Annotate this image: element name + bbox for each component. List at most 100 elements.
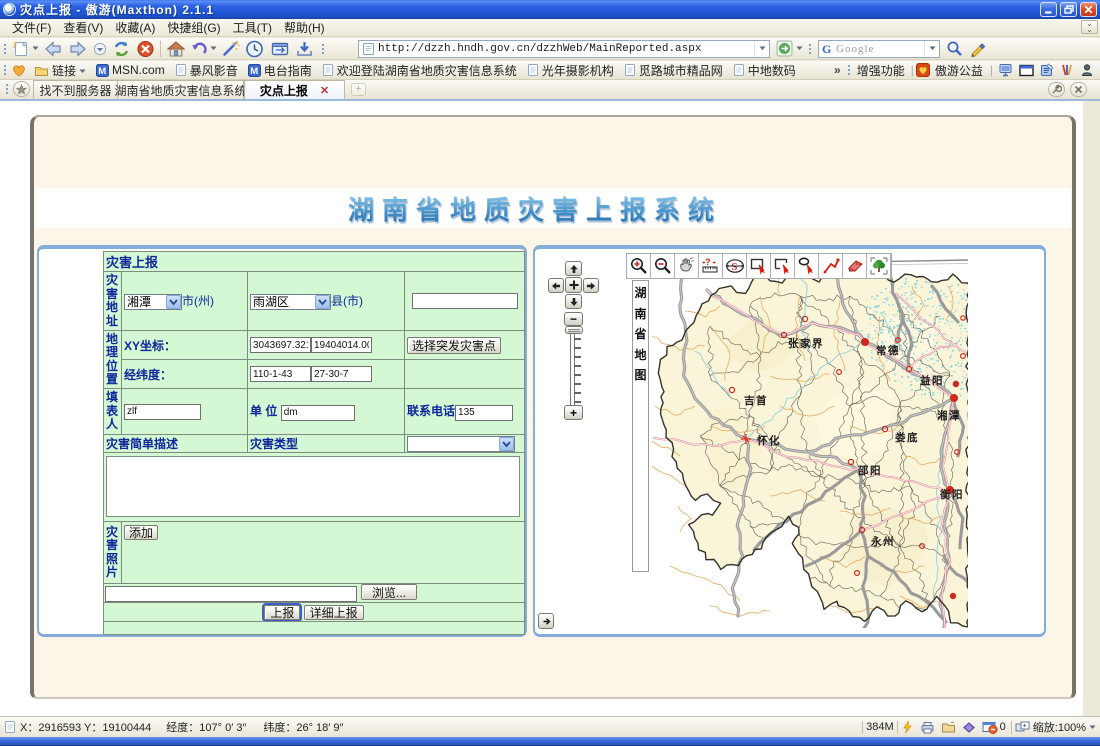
popup-blocker-icon[interactable] [982, 721, 998, 734]
map-zoom-out-slider-button[interactable]: − [564, 312, 583, 326]
status-folder-icon[interactable] [941, 721, 956, 734]
bookmark-item[interactable]: 觅路城市精品网 [619, 62, 728, 79]
bookmark-item[interactable]: M电台指南 [243, 62, 317, 79]
map-zoom-out-button[interactable] [651, 254, 675, 278]
search-icon[interactable] [943, 39, 966, 59]
addressbar-grip[interactable] [320, 42, 325, 56]
new-page-icon[interactable] [9, 39, 31, 59]
stop-icon[interactable] [133, 39, 157, 59]
tab-server-not-found[interactable]: 找不到服务器 [33, 80, 118, 99]
refresh-icon[interactable] [109, 39, 133, 59]
tab-close-icon[interactable]: ✕ [320, 84, 329, 97]
highlight-pen-icon[interactable] [966, 39, 988, 59]
menu-item[interactable]: 快捷组(G) [161, 18, 226, 37]
submit-button[interactable]: 上报 [264, 605, 300, 620]
window-mode-icon[interactable] [1019, 64, 1034, 77]
menu-item[interactable]: 工具(T) [227, 18, 278, 37]
history-dropdown-icon[interactable] [90, 39, 109, 59]
menu-item[interactable]: 帮助(H) [278, 18, 331, 37]
bookmark-item[interactable]: 中地数码 [728, 62, 801, 79]
address-url[interactable]: http://dzzh.hndh.gov.cn/dzzhWeb/MainRepo… [378, 43, 754, 55]
map-pan-up-button[interactable] [565, 261, 582, 276]
photo-file-input[interactable] [105, 586, 357, 602]
addons-grip[interactable] [846, 63, 851, 77]
go-icon[interactable] [774, 39, 795, 59]
addons-label[interactable]: 增强功能 [853, 62, 909, 79]
search-box[interactable]: G Google [818, 40, 940, 58]
map-select-circle-button[interactable] [795, 254, 819, 278]
go-dropdown-icon[interactable] [795, 39, 804, 59]
status-boost-icon[interactable] [901, 720, 914, 734]
toolbar-grip[interactable] [2, 42, 7, 56]
reporter-input[interactable] [124, 404, 201, 420]
favorites-panel-star-icon[interactable] [13, 81, 30, 97]
address-dropdown-icon[interactable] [754, 41, 769, 57]
description-textarea[interactable] [106, 456, 520, 517]
tabbar-grip[interactable] [4, 82, 9, 96]
menu-item[interactable]: 查看(V) [57, 18, 109, 37]
back-icon[interactable] [40, 39, 65, 59]
map-zoom-in-slider-button[interactable]: + [564, 405, 583, 420]
minimize-button[interactable] [1040, 2, 1057, 17]
magic-fill-icon[interactable] [218, 39, 242, 59]
disaster-type-select[interactable] [407, 436, 515, 452]
map-select-rect-button[interactable] [771, 254, 795, 278]
user-icon[interactable] [1080, 63, 1094, 77]
map-pan-right-button[interactable] [583, 278, 599, 293]
history-clock-icon[interactable] [242, 39, 267, 59]
map-pan-center-button[interactable] [565, 277, 582, 293]
address-bar[interactable]: http://dzzh.hndh.gov.cn/dzzhWeb/MainRepo… [358, 40, 770, 58]
latitude-input[interactable] [311, 366, 372, 382]
y-coordinate-input[interactable] [311, 337, 372, 353]
new-page-dropdown-icon[interactable] [31, 39, 40, 59]
map-zoom-slider-handle[interactable] [565, 326, 583, 334]
map-pan-button[interactable] [675, 254, 699, 278]
map-scale-button[interactable]: S [723, 254, 747, 278]
undo-dropdown-icon[interactable] [209, 39, 218, 59]
map-draw-line-button[interactable] [819, 254, 843, 278]
tab-info-system[interactable]: 湖南省地质灾害信息系统 [117, 80, 244, 99]
map-zoom-slider-track[interactable] [570, 334, 575, 405]
undo-icon[interactable] [188, 39, 209, 59]
new-tab-button[interactable]: + [351, 83, 366, 96]
toolbar-collapse-chevron-icon[interactable]: ⌄⌄ [1081, 20, 1098, 34]
add-photo-button[interactable]: 添加 [124, 525, 158, 540]
links-folder[interactable]: 链接 [29, 62, 91, 79]
pick-disaster-point-button[interactable]: 选择突发灾害点 [407, 337, 501, 354]
map-measure-button[interactable]: ? [699, 254, 723, 278]
restore-button[interactable] [1060, 2, 1077, 17]
hunan-map-image[interactable]: 张家界常德益阳吉首怀化娄底湘潭邵阳衡阳永州 [650, 256, 968, 628]
status-eraser-icon[interactable] [962, 721, 976, 734]
map-zoom-in-button[interactable] [627, 254, 651, 278]
favorites-heart-icon[interactable] [12, 64, 26, 77]
tabbar-wrench-icon[interactable] [1048, 82, 1065, 97]
city-select[interactable]: 湘潭 [124, 294, 182, 310]
bookmark-item[interactable]: 光年摄影机构 [522, 62, 619, 79]
phone-input[interactable] [455, 405, 513, 421]
charity-label[interactable]: 傲游公益 [930, 62, 988, 79]
bookmarks-grip[interactable] [2, 63, 7, 77]
close-button[interactable] [1080, 2, 1097, 17]
home-icon[interactable] [164, 39, 188, 59]
bookmark-item[interactable]: MMSN.com [91, 63, 170, 77]
address-detail-input[interactable] [412, 293, 518, 309]
panel-collapse-button[interactable] [538, 613, 554, 629]
map-eraser-button[interactable] [843, 254, 867, 278]
notes-icon[interactable] [1040, 63, 1054, 77]
bookmark-item[interactable]: 欢迎登陆湖南省地质灾害信息系统 [317, 62, 522, 79]
remote-pc-icon[interactable] [998, 63, 1013, 77]
search-grip[interactable] [807, 42, 812, 56]
map-zoom-rect-button[interactable] [747, 254, 771, 278]
charity-icon[interactable] [916, 63, 930, 77]
browse-button[interactable]: 浏览... [361, 584, 417, 600]
menu-item[interactable]: 收藏(A) [109, 18, 161, 37]
bookmark-item[interactable]: 暴风影音 [170, 62, 243, 79]
pens-icon[interactable] [1060, 63, 1074, 77]
forward-icon[interactable] [65, 39, 90, 59]
x-coordinate-input[interactable] [250, 337, 311, 353]
unit-input[interactable] [281, 405, 355, 421]
search-dropdown-icon[interactable] [924, 41, 939, 57]
map-full-extent-button[interactable] [867, 254, 891, 278]
map-pan-down-button[interactable] [565, 294, 582, 309]
map-container[interactable]: 张家界常德益阳吉首怀化娄底湘潭邵阳衡阳永州 [650, 256, 968, 628]
